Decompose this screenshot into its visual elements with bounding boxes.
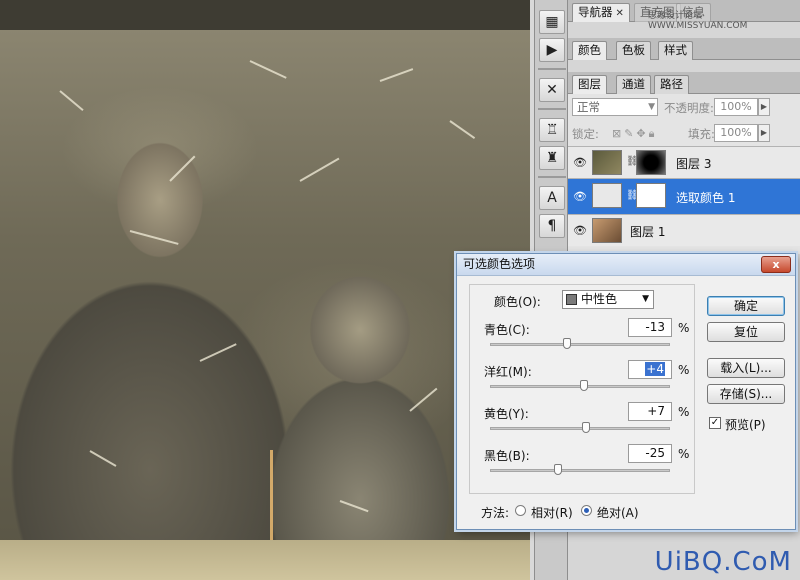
- blend-mode-select[interactable]: 正常 ▼: [572, 98, 658, 116]
- ok-button[interactable]: 确定: [707, 296, 785, 316]
- preview-checkbox[interactable]: ✓: [709, 417, 721, 429]
- photo-border: [0, 540, 530, 580]
- tab-layers[interactable]: 图层: [572, 75, 607, 94]
- method-label: 方法:: [481, 506, 510, 520]
- elderly-woman-figure: [250, 240, 470, 570]
- cyan-slider-track[interactable]: [490, 343, 670, 346]
- selective-color-dialog: 可选颜色选项 x 颜色(O): 中性色 ▼ 青色(C): -13 % 洋红(M)…: [456, 253, 796, 530]
- paragraph-panel-icon[interactable]: ¶: [539, 214, 565, 238]
- tab-color[interactable]: 颜色: [572, 41, 607, 60]
- color-tabbar: 颜色 色板 样式: [568, 38, 800, 60]
- close-icon[interactable]: ✕: [616, 8, 624, 19]
- absolute-radio[interactable]: [581, 505, 592, 516]
- chevron-down-icon: ▼: [642, 294, 649, 304]
- preview-label: 预览(P): [725, 418, 766, 432]
- yellow-slider-track[interactable]: [490, 427, 670, 430]
- fill-input[interactable]: 100%: [714, 124, 758, 142]
- fill-arrow-icon[interactable]: ▶: [758, 124, 770, 142]
- tool-presets-icon[interactable]: ♜: [539, 146, 565, 170]
- layer-row-1[interactable]: 👁︎ 图层 1: [568, 214, 800, 246]
- layer-mask-thumbnail[interactable]: [636, 183, 666, 208]
- eye-icon[interactable]: 👁︎: [573, 156, 587, 169]
- navigator-tabbar: 导航器 ✕ 直方图 信息 思缘设计论坛 WWW.MISSYUAN.COM: [568, 0, 800, 31]
- dialog-title: 可选颜色选项: [463, 257, 536, 271]
- layers-panel: 正常 ▼ 不透明度: 100% ▶ 锁定: ⊠✎✥🔒︎ 填充: 100% ▶ 👁︎…: [568, 94, 800, 254]
- watermark-text: 思缘设计论坛 WWW.MISSYUAN.COM: [648, 11, 748, 31]
- adjustment-icon: [592, 183, 622, 208]
- layer-thumbnail: [592, 150, 622, 175]
- close-button[interactable]: x: [761, 256, 791, 273]
- color-select[interactable]: 中性色 ▼: [562, 290, 654, 309]
- color-label: 颜色(O):: [494, 295, 541, 309]
- document-canvas[interactable]: [0, 0, 530, 580]
- black-slider-track[interactable]: [490, 469, 670, 472]
- eye-icon[interactable]: 👁︎: [573, 190, 587, 203]
- site-logo: UiBQ.CoM: [654, 547, 792, 577]
- black-unit: %: [678, 447, 690, 461]
- black-label: 黑色(B):: [484, 449, 530, 463]
- chevron-down-icon: ▼: [648, 102, 655, 112]
- old-photo-image: [0, 30, 530, 570]
- clone-source-icon[interactable]: ♖: [539, 118, 565, 142]
- reset-button[interactable]: 复位: [707, 322, 785, 342]
- yellow-label: 黄色(Y):: [484, 407, 529, 421]
- eye-icon[interactable]: 👁︎: [573, 224, 587, 237]
- absolute-label: 绝对(A): [597, 506, 639, 520]
- cyan-unit: %: [678, 321, 690, 335]
- opacity-input[interactable]: 100%: [714, 98, 758, 116]
- magenta-slider-thumb[interactable]: [579, 380, 588, 391]
- color-swatch: [566, 294, 577, 305]
- history-icon[interactable]: ▦: [539, 10, 565, 34]
- layer-thumbnail: [592, 218, 622, 243]
- color-adjust-group: 颜色(O): 中性色 ▼ 青色(C): -13 % 洋红(M): +4 % 黄色…: [469, 284, 695, 494]
- actions-play-icon[interactable]: ▶: [539, 38, 565, 62]
- magenta-unit: %: [678, 363, 690, 377]
- tab-paths[interactable]: 路径: [654, 75, 689, 94]
- layer-mask-thumbnail[interactable]: [636, 150, 666, 175]
- lock-label: 锁定:: [572, 127, 599, 141]
- yellow-slider-thumb[interactable]: [582, 422, 591, 433]
- opacity-arrow-icon[interactable]: ▶: [758, 98, 770, 116]
- relative-label: 相对(R): [531, 506, 573, 520]
- brush-tool-icon[interactable]: ✕: [539, 78, 565, 102]
- tab-styles[interactable]: 样式: [658, 41, 693, 60]
- cyan-label: 青色(C):: [484, 323, 530, 337]
- save-button[interactable]: 存储(S)...: [707, 384, 785, 404]
- layer-row-selective-color[interactable]: 👁︎ ⛓︎ 选取颜色 1: [568, 178, 800, 214]
- yellow-unit: %: [678, 405, 690, 419]
- tab-navigator[interactable]: 导航器 ✕: [572, 3, 630, 22]
- tab-swatches[interactable]: 色板: [616, 41, 651, 60]
- magenta-label: 洋红(M):: [484, 365, 532, 379]
- cyan-slider-thumb[interactable]: [563, 338, 572, 349]
- dialog-titlebar[interactable]: 可选颜色选项 x: [457, 254, 795, 276]
- layer-row-3[interactable]: 👁︎ ⛓︎ 图层 3: [568, 146, 800, 178]
- lock-icons[interactable]: ⊠✎✥🔒︎: [612, 127, 658, 141]
- tab-channels[interactable]: 通道: [616, 75, 651, 94]
- load-button[interactable]: 载入(L)...: [707, 358, 785, 378]
- opacity-label: 不透明度:: [664, 101, 714, 115]
- magenta-input[interactable]: +4: [628, 360, 672, 379]
- yellow-input[interactable]: +7: [628, 402, 672, 421]
- layer-name: 选取颜色 1: [676, 191, 736, 205]
- cyan-input[interactable]: -13: [628, 318, 672, 337]
- layer-name: 图层 3: [676, 157, 712, 171]
- black-input[interactable]: -25: [628, 444, 672, 463]
- relative-radio[interactable]: [515, 505, 526, 516]
- layers-tabbar: 图层 通道 路径: [568, 72, 800, 94]
- layer-name: 图层 1: [630, 225, 666, 239]
- character-panel-icon[interactable]: A: [539, 186, 565, 210]
- black-slider-thumb[interactable]: [553, 464, 562, 475]
- fill-label: 填充:: [688, 127, 715, 141]
